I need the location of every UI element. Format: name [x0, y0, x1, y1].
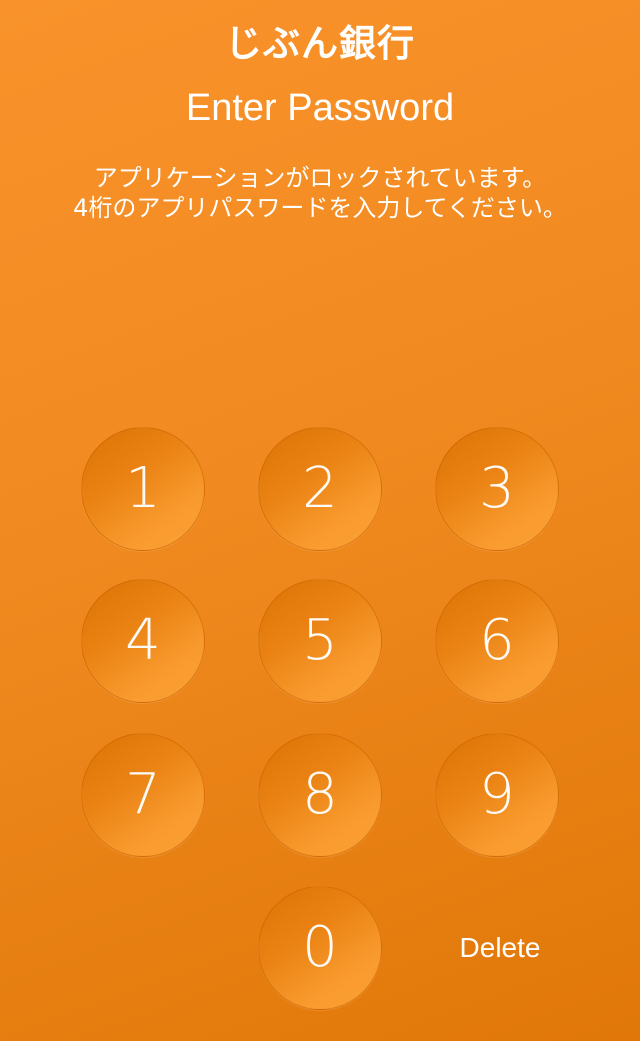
- keypad-key-4[interactable]: 4: [81, 579, 205, 703]
- keypad-key-0[interactable]: 0: [258, 886, 382, 1010]
- page-title: Enter Password: [185, 87, 455, 129]
- keypad-key-label: 0: [302, 915, 338, 980]
- lock-message: アプリケーションがロックされています。 4桁のアプリパスワードを入力してください…: [0, 163, 640, 223]
- keypad-key-6[interactable]: 6: [435, 579, 559, 703]
- lock-message-line-2: 4桁のアプリパスワードを入力してください。: [73, 194, 567, 222]
- keypad-key-3[interactable]: 3: [435, 427, 559, 551]
- keypad-key-label: 7: [125, 762, 161, 827]
- keypad-key-5[interactable]: 5: [258, 579, 382, 703]
- keypad-key-label: 9: [479, 762, 515, 827]
- keypad-key-label: 4: [125, 608, 161, 673]
- keypad-key-2[interactable]: 2: [258, 427, 382, 551]
- keypad-key-label: 6: [479, 608, 515, 673]
- keypad-key-label: 3: [479, 456, 515, 521]
- keypad-key-8[interactable]: 8: [258, 733, 382, 857]
- lock-message-line-1: アプリケーションがロックされています。: [93, 164, 547, 192]
- delete-button[interactable]: Delete: [440, 928, 560, 968]
- keypad-key-1[interactable]: 1: [81, 427, 205, 551]
- keypad-key-label: 8: [302, 762, 338, 827]
- keypad-key-9[interactable]: 9: [435, 733, 559, 857]
- keypad-key-label: 2: [302, 456, 338, 521]
- bank-logo: じぶん銀行: [225, 22, 415, 65]
- keypad-key-label: 5: [302, 608, 338, 673]
- keypad-key-label: 1: [125, 456, 161, 521]
- keypad-key-7[interactable]: 7: [81, 733, 205, 857]
